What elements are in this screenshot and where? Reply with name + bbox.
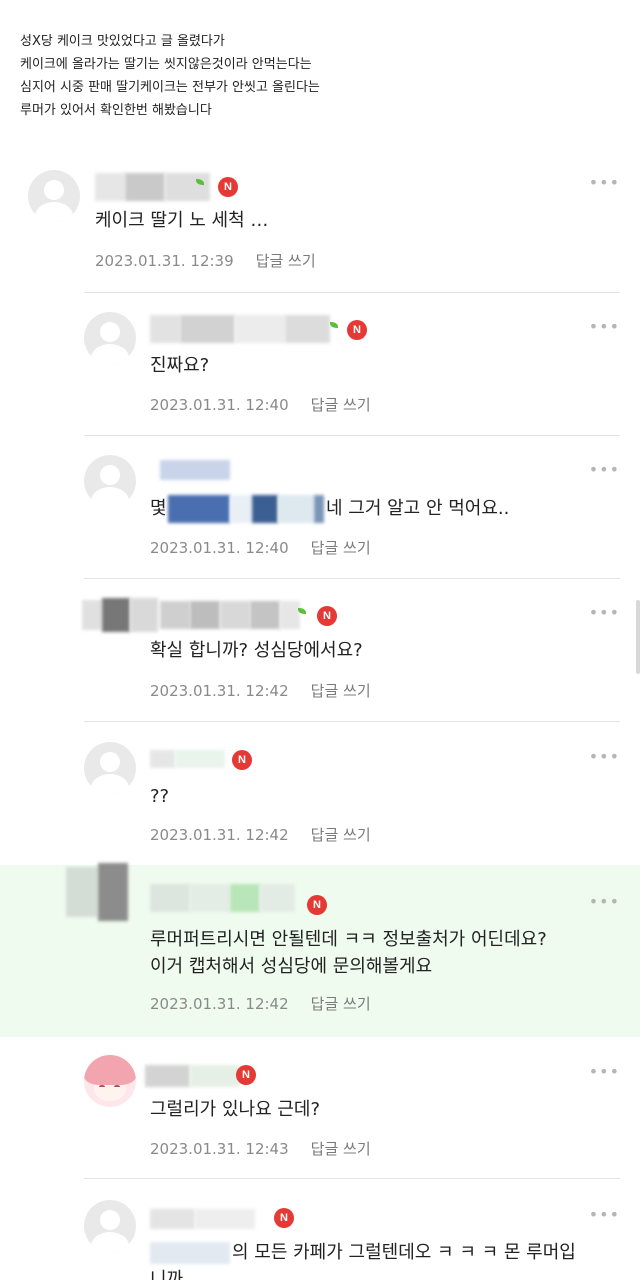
- avatar[interactable]: [28, 170, 80, 222]
- comment-item: ••• 몇 네 그거 알고 안 먹어요.. 2023.01.31. 12:40 답…: [0, 445, 640, 578]
- avatar[interactable]: [84, 312, 136, 364]
- avatar-redacted: [66, 863, 128, 921]
- comment-date: 2023.01.31. 12:40: [150, 539, 289, 557]
- comment-text: 케이크 딸기 노 세척 …: [95, 210, 269, 231]
- comment-item: N ••• 진짜요? 2023.01.31. 12:40 답글 쓰기: [0, 300, 640, 435]
- avatar[interactable]: [84, 742, 136, 794]
- divider: [84, 435, 620, 436]
- mention-redacted: [150, 1238, 230, 1268]
- new-badge-icon: N: [236, 1065, 256, 1085]
- comment-date: 2023.01.31. 12:40: [150, 396, 289, 414]
- intro-line: 케이크에 올라가는 딸기는 씻지않은것이라 안먹는다는: [20, 57, 312, 72]
- intro-line: 심지어 시중 판매 딸기케이크는 전부가 안씻고 올린다는: [20, 80, 320, 95]
- comment-meta: 2023.01.31. 12:42 답글 쓰기: [150, 993, 371, 1014]
- new-badge-icon: N: [317, 606, 337, 626]
- reply-button[interactable]: 답글 쓰기: [311, 539, 371, 557]
- comment-text: 의 모든 카페가 그럴텐데오 ㅋ ㅋ ㅋ 몬 루머입: [232, 1242, 576, 1263]
- new-badge-icon: N: [307, 895, 327, 915]
- scrollbar[interactable]: [636, 600, 640, 674]
- post-intro: 성X당 케이크 맛있었다고 글 올렸다가 케이크에 올라가는 딸기는 씻지않은것…: [20, 30, 580, 122]
- nickname-redacted: [160, 600, 300, 630]
- comment-text: 확실 합니까? 성심당에서요?: [150, 640, 363, 661]
- reply-button[interactable]: 답글 쓰기: [256, 252, 316, 270]
- intro-line: 루머가 있어서 확인한번 해봤습니다: [20, 103, 212, 118]
- new-badge-icon: N: [274, 1208, 294, 1228]
- nickname-redacted: [95, 172, 210, 202]
- comment-date: 2023.01.31. 12:39: [95, 252, 234, 270]
- comment-date: 2023.01.31. 12:42: [150, 682, 289, 700]
- comment-meta: 2023.01.31. 12:42 답글 쓰기: [150, 680, 371, 701]
- reply-button[interactable]: 답글 쓰기: [311, 396, 371, 414]
- new-badge-icon: N: [232, 750, 252, 770]
- more-options-icon[interactable]: •••: [589, 894, 620, 910]
- leaf-icon: [330, 322, 338, 328]
- comment-text: 니까: [150, 1269, 184, 1280]
- more-options-icon[interactable]: •••: [589, 175, 620, 191]
- comment-item: N ••• ?? 2023.01.31. 12:42 답글 쓰기: [0, 730, 640, 863]
- comment-item: N ••• 그럴리가 있나요 근데? 2023.01.31. 12:43 답글 쓰…: [0, 1045, 640, 1175]
- intro-line: 성X당 케이크 맛있었다고 글 올렸다가: [20, 34, 225, 49]
- reply-button[interactable]: 답글 쓰기: [311, 1140, 371, 1158]
- more-options-icon[interactable]: •••: [589, 1207, 620, 1223]
- comment-item: N ••• 케이크 딸기 노 세척 … 2023.01.31. 12:39 답글 …: [0, 160, 640, 290]
- comment-date: 2023.01.31. 12:42: [150, 995, 289, 1013]
- more-options-icon[interactable]: •••: [589, 462, 620, 478]
- comment-text: 그럴리가 있나요 근데?: [150, 1099, 321, 1120]
- comment-date: 2023.01.31. 12:43: [150, 1140, 289, 1158]
- comment-item: N ••• 확실 합니까? 성심당에서요? 2023.01.31. 12:42 답…: [0, 588, 640, 721]
- new-badge-icon: N: [347, 320, 367, 340]
- reply-button[interactable]: 답글 쓰기: [311, 682, 371, 700]
- reply-button[interactable]: 답글 쓰기: [311, 826, 371, 844]
- mention-redacted: [168, 494, 324, 524]
- nickname-redacted: [150, 744, 225, 774]
- comment-item-highlighted: N ••• 루머퍼트리시면 안될텐데 ㅋㅋ 정보출처가 어딘데요? 이거 캡처해…: [0, 863, 640, 1037]
- more-options-icon[interactable]: •••: [589, 749, 620, 765]
- avatar[interactable]: [84, 455, 136, 507]
- divider: [84, 721, 620, 722]
- new-badge-icon: N: [218, 177, 238, 197]
- avatar-redacted: [82, 598, 158, 632]
- nickname-redacted: [145, 1061, 240, 1091]
- comment-text: 네 그거 알고 안 먹어요..: [326, 498, 510, 519]
- divider: [84, 292, 620, 293]
- nickname-redacted: [150, 1204, 255, 1234]
- comment-meta: 2023.01.31. 12:40 답글 쓰기: [150, 537, 371, 558]
- comment-meta: 2023.01.31. 12:42 답글 쓰기: [150, 824, 371, 845]
- more-options-icon[interactable]: •••: [589, 605, 620, 621]
- comment-text: ??: [150, 786, 170, 807]
- divider: [84, 578, 620, 579]
- comment-date: 2023.01.31. 12:42: [150, 826, 289, 844]
- comment-meta: 2023.01.31. 12:39 답글 쓰기: [95, 250, 316, 271]
- avatar[interactable]: [84, 1200, 136, 1252]
- reply-button[interactable]: 답글 쓰기: [311, 995, 371, 1013]
- nickname-redacted: [150, 883, 295, 913]
- comment-item: N ••• 의 모든 카페가 그럴텐데오 ㅋ ㅋ ㅋ 몬 루머입 니까: [0, 1188, 640, 1280]
- nickname-redacted: [160, 455, 230, 485]
- divider: [84, 1178, 620, 1179]
- comment-prefix: 몇: [150, 498, 167, 519]
- nickname-redacted: [150, 314, 330, 344]
- comment-text: 루머퍼트리시면 안될텐데 ㅋㅋ 정보출처가 어딘데요?: [150, 929, 547, 950]
- comment-meta: 2023.01.31. 12:40 답글 쓰기: [150, 394, 371, 415]
- more-options-icon[interactable]: •••: [589, 1064, 620, 1080]
- comment-meta: 2023.01.31. 12:43 답글 쓰기: [150, 1138, 371, 1159]
- comment-text: 진짜요?: [150, 355, 210, 376]
- comment-text: 이거 캡처해서 성심당에 문의해볼게요: [150, 956, 433, 977]
- avatar[interactable]: [84, 1055, 136, 1107]
- more-options-icon[interactable]: •••: [589, 319, 620, 335]
